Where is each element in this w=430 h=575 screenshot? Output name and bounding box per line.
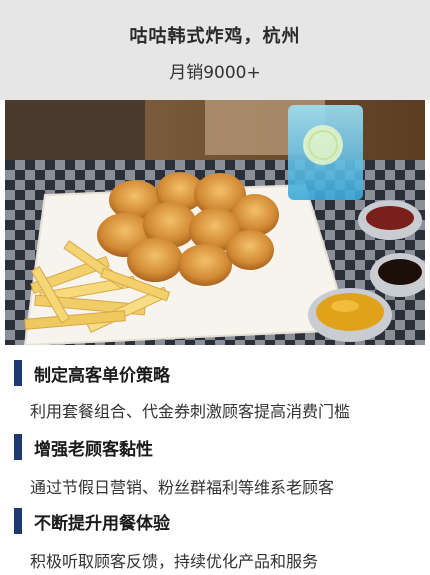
section-body: 通过节假日营销、粉丝群福利等维系老顾客 <box>30 478 335 497</box>
section-title: 制定高客单价策略 <box>34 366 170 386</box>
strategy-section-3: 不断提升用餐体验 积极听取顾客反馈，持续优化产品和服务 <box>0 506 430 575</box>
header-banner: 咕咕韩式炸鸡，杭州 月销9000+ <box>0 0 430 100</box>
page-title: 咕咕韩式炸鸡，杭州 <box>129 26 301 47</box>
page: 咕咕韩式炸鸡，杭州 月销9000+ 制定高客单价策略 利用套餐组合、代金券刺激顾… <box>0 0 430 575</box>
section-body: 利用套餐组合、代金券刺激顾客提高消费门槛 <box>30 402 351 421</box>
fried-chicken-photo <box>5 100 425 345</box>
strategy-section-2: 增强老顾客黏性 通过节假日营销、粉丝群福利等维系老顾客 <box>0 432 430 504</box>
section-body: 积极听取顾客反馈，持续优化产品和服务 <box>30 552 319 571</box>
section-title: 不断提升用餐体验 <box>34 514 170 534</box>
accent-bar <box>14 434 22 460</box>
strategy-section-1: 制定高客单价策略 利用套餐组合、代金券刺激顾客提高消费门槛 <box>0 358 430 430</box>
accent-bar <box>14 508 22 534</box>
monthly-sales-subtitle: 月销9000+ <box>169 63 261 83</box>
accent-bar <box>14 360 22 386</box>
section-title: 增强老顾客黏性 <box>34 440 153 460</box>
